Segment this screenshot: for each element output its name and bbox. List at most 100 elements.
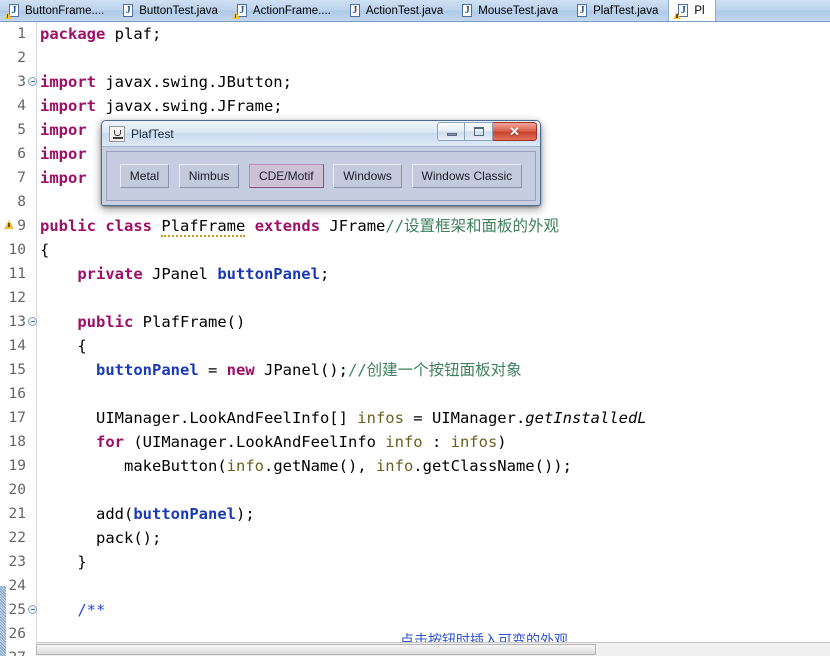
code-keyword: impor <box>40 145 87 163</box>
code-fold-toggle-icon[interactable] <box>28 605 37 614</box>
code-text: .getClassName()); <box>413 457 572 475</box>
code-keyword: public <box>40 217 96 235</box>
plaf-button-4[interactable]: Windows Classic <box>411 164 523 188</box>
editor-tab-4[interactable]: J MouseTest.java <box>453 0 568 21</box>
code-local-var: info <box>226 457 264 475</box>
code-line[interactable]: 25 /** <box>0 598 830 622</box>
plaf-button-2[interactable]: CDE/Motif <box>248 164 324 188</box>
editor-tab-3[interactable]: J ActionTest.java <box>341 0 453 21</box>
java-file-icon: J <box>349 3 361 18</box>
close-icon: ✕ <box>509 124 520 139</box>
editor-tab-6[interactable]: J Pl <box>668 0 716 21</box>
code-line-text: public PlafFrame() <box>40 310 245 334</box>
close-button[interactable]: ✕ <box>493 122 537 141</box>
code-fold-toggle-icon[interactable] <box>28 77 37 86</box>
code-text: plaf; <box>105 25 162 43</box>
minimize-button[interactable] <box>437 122 465 141</box>
code-line[interactable]: 4 import javax.swing.JFrame; <box>0 94 830 118</box>
line-number: 4 <box>17 98 26 114</box>
code-line[interactable]: 12 <box>0 286 830 310</box>
code-text: JFrame <box>329 217 386 235</box>
code-line[interactable]: 16 <box>0 382 830 406</box>
code-line[interactable]: 10 { <box>0 238 830 262</box>
source-code-area[interactable]: 1 package plaf; 2 3 import javax.swing.JButt… <box>0 22 830 656</box>
code-line[interactable]: 23 } <box>0 550 830 574</box>
line-number: 11 <box>8 266 26 282</box>
code-line-text: package plaf; <box>40 22 161 46</box>
gutter-warning-icon[interactable] <box>4 220 14 229</box>
editor-tab-label: ButtonTest.java <box>139 4 218 17</box>
line-number: 23 <box>8 554 26 570</box>
code-line-text: } <box>40 550 87 574</box>
code-line[interactable]: 22 pack(); <box>0 526 830 550</box>
code-line[interactable]: 9 public class PlafFrame extends JFrame//… <box>0 214 830 238</box>
line-number: 24 <box>8 578 26 594</box>
line-number: 20 <box>8 482 26 498</box>
plaf-button-1[interactable]: Nimbus <box>178 164 240 188</box>
code-keyword: package <box>40 25 106 43</box>
code-line-text: impor <box>40 118 87 142</box>
code-line[interactable]: 1 package plaf; <box>0 22 830 46</box>
editor-tab-label: ButtonFrame.... <box>25 4 105 17</box>
code-line[interactable]: 3 import javax.swing.JButton; <box>0 70 830 94</box>
line-number: 13 <box>8 314 26 330</box>
code-field: buttonPanel <box>96 361 199 379</box>
code-line[interactable]: 21 add(buttonPanel); <box>0 502 830 526</box>
line-number: 17 <box>8 410 26 426</box>
code-line-text: pack(); <box>40 526 161 550</box>
line-number: 19 <box>8 458 26 474</box>
editor-tab-1[interactable]: J ButtonTest.java <box>114 0 228 21</box>
code-text: = <box>198 361 227 379</box>
code-line-text: public class PlafFrame extends JFrame//设… <box>40 214 559 238</box>
plaf-button-0[interactable]: Metal <box>119 164 170 188</box>
code-line[interactable]: 24 <box>0 574 830 598</box>
code-line[interactable]: 11 private JPanel buttonPanel; <box>0 262 830 286</box>
code-line[interactable]: 15 buttonPanel = new JPanel();//创建一个按钮面板… <box>0 358 830 382</box>
code-line[interactable]: 2 <box>0 46 830 70</box>
line-number: 26 <box>8 626 26 642</box>
code-keyword: extends <box>254 217 321 235</box>
code-line-text: { <box>40 238 49 262</box>
code-line-text: UIManager.LookAndFeelInfo[] infos = UIMa… <box>40 406 647 430</box>
code-text: ); <box>235 505 255 523</box>
dialog-title-bar[interactable]: PlafTest ✕ <box>102 121 540 147</box>
code-line[interactable]: 20 <box>0 478 830 502</box>
horizontal-scrollbar[interactable]: ⋯ <box>36 642 830 656</box>
code-fold-toggle-icon[interactable] <box>28 317 37 326</box>
plaftest-dialog[interactable]: PlafTest ✕ Metal Nimbus CDE/Motif Windows Wi… <box>101 120 541 206</box>
code-text: javax.swing.JFrame; <box>96 97 283 115</box>
code-line[interactable]: 17 UIManager.LookAndFeelInfo[] infos = U… <box>0 406 830 430</box>
code-line-text: { <box>40 334 86 358</box>
code-keyword: for <box>96 433 124 451</box>
code-line-text: add(buttonPanel); <box>40 502 255 526</box>
line-number: 25 <box>8 602 26 618</box>
code-local-var: infos <box>450 433 498 451</box>
code-editor[interactable]: 1 package plaf; 2 3 import javax.swing.JButt… <box>0 22 830 656</box>
code-line[interactable]: 13 public PlafFrame() <box>0 310 830 334</box>
maximize-icon <box>474 127 484 136</box>
editor-tab-5[interactable]: J PlafTest.java <box>568 0 668 21</box>
code-line[interactable]: 14 { <box>0 334 830 358</box>
maximize-button[interactable] <box>465 122 493 141</box>
plaf-button-3[interactable]: Windows <box>333 164 402 188</box>
line-number: 5 <box>17 122 26 138</box>
code-text: } <box>77 553 87 571</box>
horizontal-scrollbar-thumb[interactable] <box>36 644 596 655</box>
code-text: = UIManager. <box>403 409 526 427</box>
code-local-var: info <box>375 457 414 475</box>
code-keyword: impor <box>40 121 87 139</box>
code-line-text: import javax.swing.JFrame; <box>40 94 283 118</box>
code-line[interactable]: 18 for (UIManager.LookAndFeelInfo info :… <box>0 430 830 454</box>
line-number: 6 <box>17 146 26 162</box>
code-line[interactable]: 19 makeButton(info.getName(), info.getCl… <box>0 454 830 478</box>
code-text: ; <box>319 265 330 283</box>
editor-tab-0[interactable]: J ButtonFrame.... <box>0 0 114 21</box>
line-number: 16 <box>8 386 26 402</box>
editor-tab-2[interactable]: J ActionFrame.... <box>228 0 341 21</box>
